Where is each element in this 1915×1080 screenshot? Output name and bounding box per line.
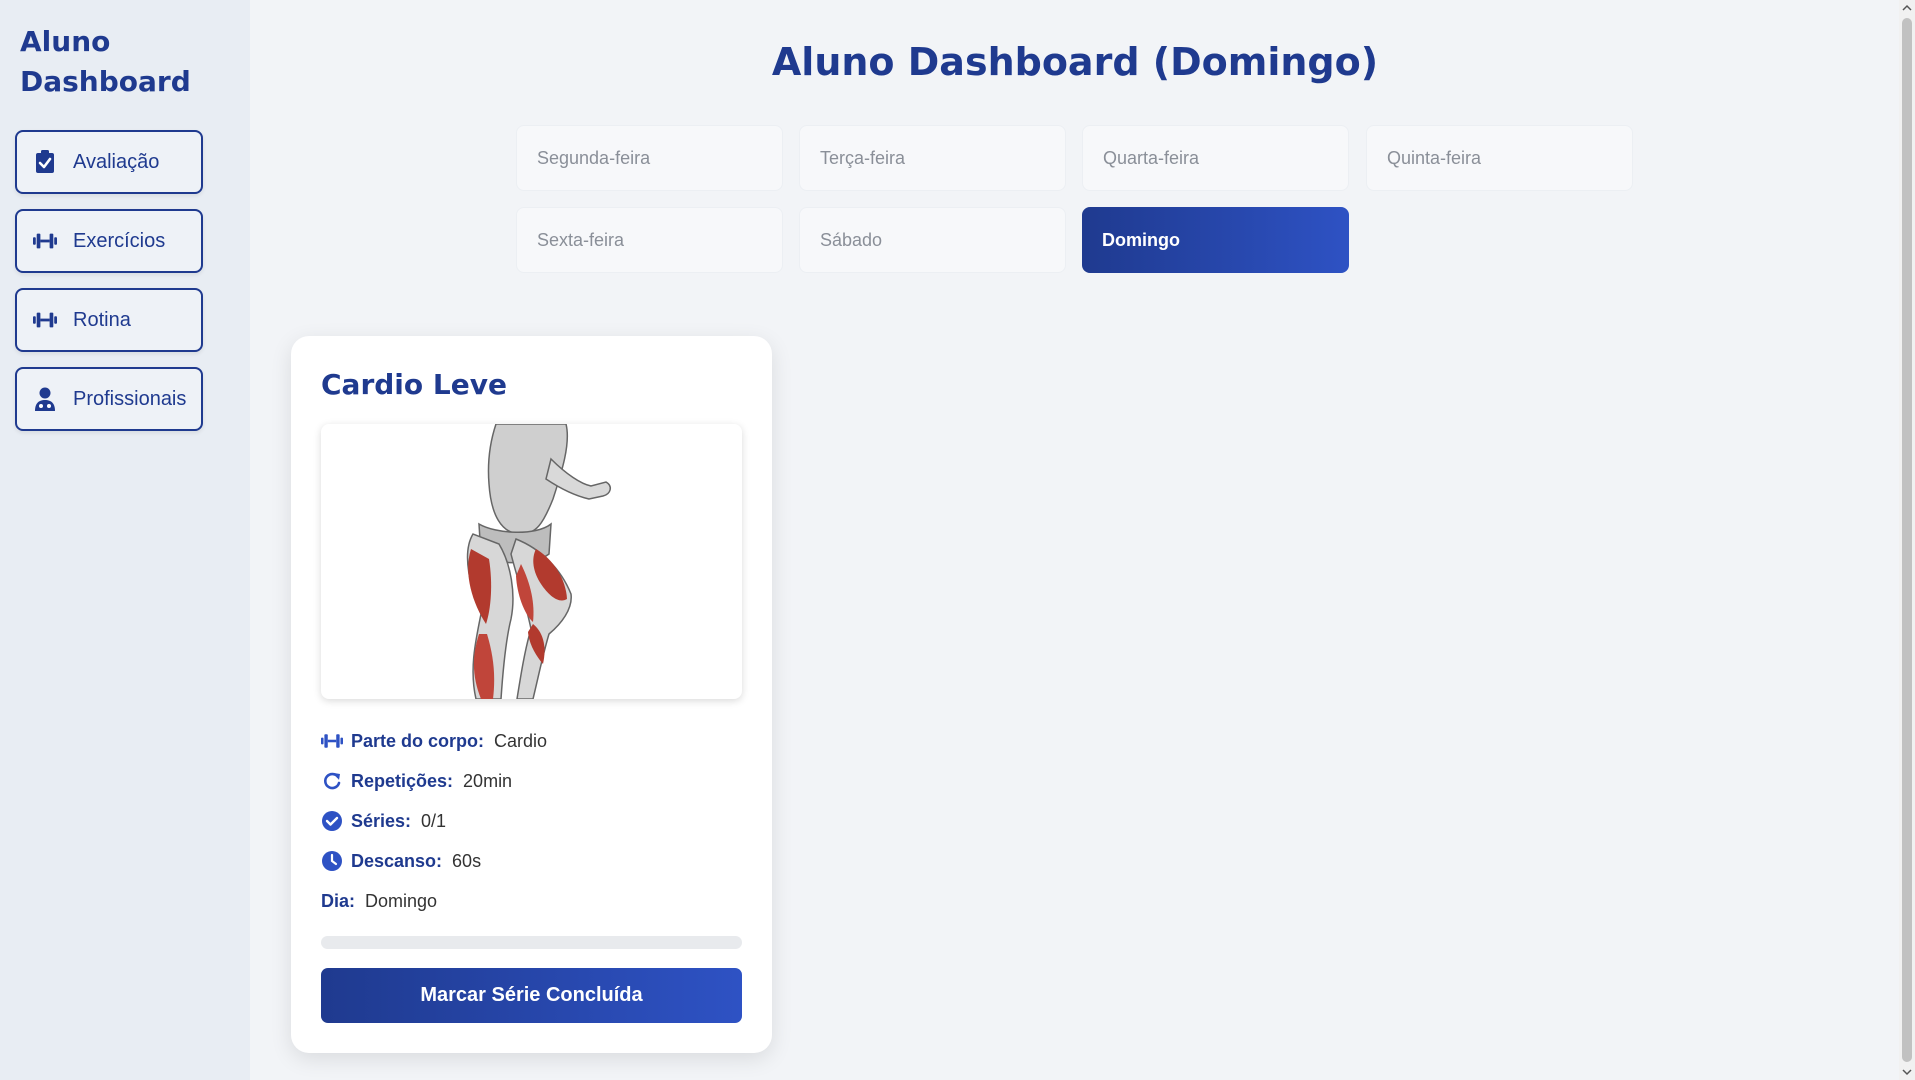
sidebar-title: Aluno Dashboard [20,25,191,98]
info-row-reps: Repetições: 20min [321,767,512,795]
exercise-image [321,424,742,699]
dumbbell-icon [33,229,57,253]
scrollbar-thumb[interactable] [1902,18,1912,1062]
clock-icon [321,850,343,872]
check-circle-icon [321,810,343,832]
series-value: 0/1 [421,810,447,831]
nav-item-profissionais[interactable]: Profissionais [15,367,203,431]
body-part-label: Parte do corpo: [351,730,485,751]
day-button-quarta[interactable]: Quarta-feira [1082,125,1349,191]
body-part-value: Cardio [494,730,548,751]
nav-item-label: Profissionais [73,387,187,410]
dumbbell-icon [321,730,343,752]
redo-icon [321,770,343,792]
rest-value: 60s [452,850,482,871]
series-label: Séries: [351,810,412,831]
nav-item-exercicios[interactable]: Exercícios [15,209,203,273]
nav-item-avaliacao[interactable]: Avaliação [15,130,203,194]
scroll-up-icon[interactable] [1899,0,1915,16]
nav-item-rotina[interactable]: Rotina [15,288,203,352]
info-row-rest: Descanso: 60s [321,847,481,875]
day-button-sexta[interactable]: Sexta-feira [516,207,783,273]
info-row-day: Dia: Domingo [321,887,437,915]
user-doctor-icon [33,387,57,411]
day-button-sabado[interactable]: Sábado [799,207,1066,273]
clipboard-check-icon [33,150,57,174]
rest-label: Descanso: [351,850,443,871]
exercise-title: Cardio Leve [321,368,507,401]
series-progress-bar [321,936,742,949]
reps-value: 20min [463,770,513,791]
dumbbell-icon [33,308,57,332]
info-row-series: Séries: 0/1 [321,807,446,835]
nav-item-label: Exercícios [73,229,166,252]
reps-label: Repetições: [351,770,454,791]
day-label: Dia: [321,890,356,911]
nav-item-label: Rotina [73,308,131,331]
day-button-segunda[interactable]: Segunda-feira [516,125,783,191]
day-value: Domingo [365,890,438,911]
info-row-body-part: Parte do corpo: Cardio [321,727,547,755]
sidebar: Aluno Dashboard Avaliação Exercícios Rot… [0,0,250,1080]
mark-series-complete-button[interactable]: Marcar Série Concluída [321,968,742,1023]
day-button-terca[interactable]: Terça-feira [799,125,1066,191]
nav-item-label: Avaliação [73,150,160,173]
page-scrollbar[interactable] [1899,0,1915,1080]
page-title: Aluno Dashboard (Domingo) [771,40,1379,84]
day-button-quinta[interactable]: Quinta-feira [1366,125,1633,191]
scroll-down-icon[interactable] [1899,1064,1915,1080]
exercise-card: Cardio Leve Parte do corpo: Cardio Repet… [291,336,772,1053]
day-button-domingo[interactable]: Domingo [1082,207,1349,273]
